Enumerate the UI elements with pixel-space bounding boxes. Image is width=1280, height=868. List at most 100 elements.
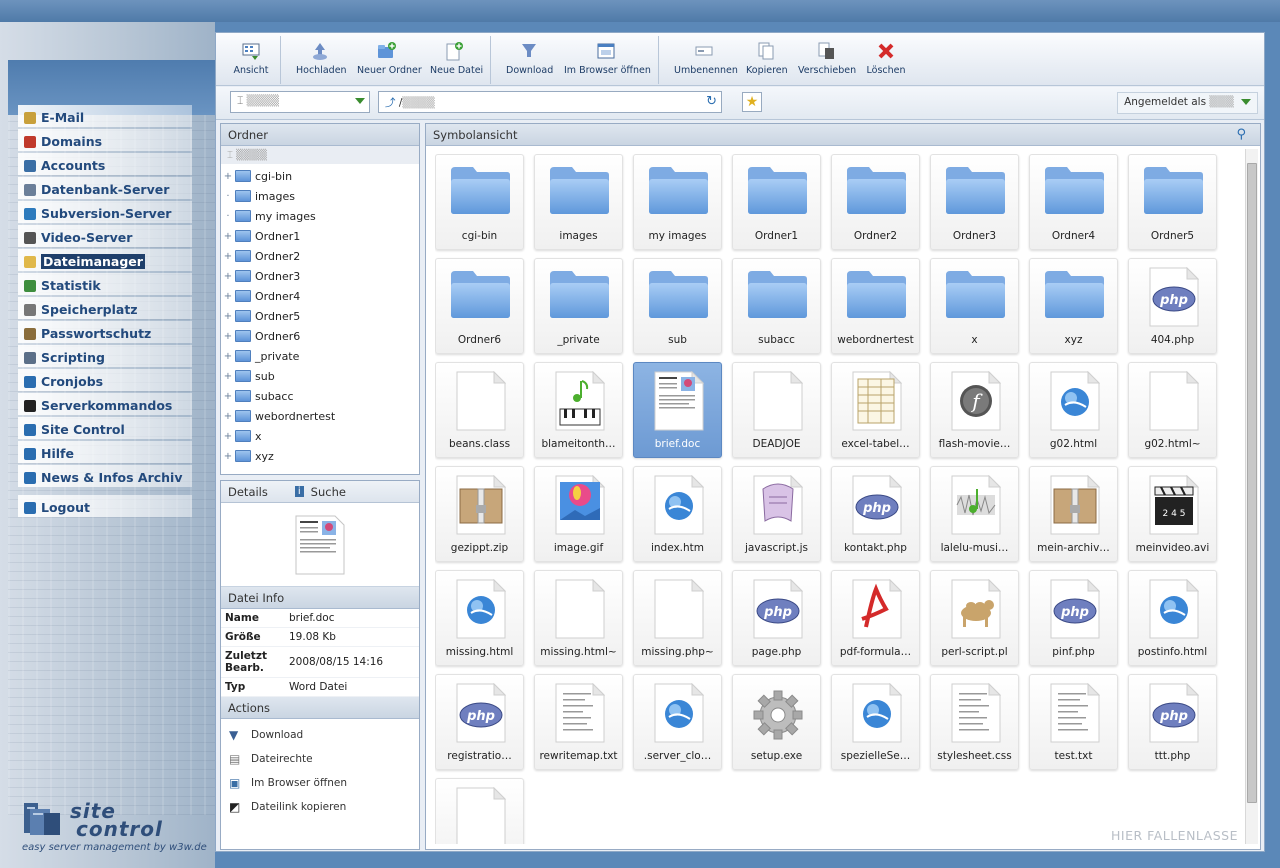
copy-button[interactable]: Kopieren	[746, 41, 788, 83]
file-tile[interactable]: gezippt.zip	[435, 466, 524, 562]
folder-tile[interactable]: sub	[633, 258, 722, 354]
tree-item-ordner6[interactable]: + Ordner6	[221, 326, 419, 346]
file-tile[interactable]: blameitonth…	[534, 362, 623, 458]
tree-item-images[interactable]: · images	[221, 186, 419, 206]
menu-item-video-server[interactable]: Video-Server	[18, 225, 192, 247]
menu-item-logout[interactable]: Logout	[18, 495, 192, 517]
file-tile[interactable]: mein-archiv…	[1029, 466, 1118, 562]
folder-tile[interactable]: images	[534, 154, 623, 250]
menu-item-speicherplatz[interactable]: Speicherplatz	[18, 297, 192, 319]
refresh-icon[interactable]: ↻	[706, 94, 717, 109]
menu-item-accounts[interactable]: Accounts	[18, 153, 192, 175]
tree-item-subacc[interactable]: + subacc	[221, 386, 419, 406]
tree-item-sub[interactable]: + sub	[221, 366, 419, 386]
tree-item-ordner2[interactable]: + Ordner2	[221, 246, 419, 266]
vertical-scrollbar[interactable]	[1245, 149, 1258, 844]
expand-icon[interactable]: +	[221, 171, 235, 182]
expand-icon[interactable]: +	[221, 311, 235, 322]
file-tile[interactable]: beans.class	[435, 362, 524, 458]
action-dateilink-kopieren[interactable]: ◩ Dateilink kopieren	[221, 795, 419, 819]
download-button[interactable]: Download	[506, 41, 553, 83]
rename-button[interactable]: Umbenennen	[674, 41, 738, 83]
file-tile[interactable]: brief.doc	[633, 362, 722, 458]
folder-tile[interactable]: Ordner3	[930, 154, 1019, 250]
tree-item-ordner5[interactable]: + Ordner5	[221, 306, 419, 326]
menu-item-dateimanager[interactable]: Dateimanager	[18, 249, 192, 271]
file-tile[interactable]	[435, 778, 524, 844]
file-tile[interactable]: missing.html~	[534, 570, 623, 666]
folder-tile[interactable]: x	[930, 258, 1019, 354]
file-tile[interactable]: php registratio…	[435, 674, 524, 770]
folder-tile[interactable]: webordnertest	[831, 258, 920, 354]
expand-icon[interactable]: +	[221, 331, 235, 342]
zoom-icon[interactable]: ⚲	[1236, 127, 1246, 142]
tree-item-webordnertest[interactable]: + webordnertest	[221, 406, 419, 426]
menu-item-cronjobs[interactable]: Cronjobs	[18, 369, 192, 391]
menu-item-statistik[interactable]: Statistik	[18, 273, 192, 295]
file-tile[interactable]: pdf-formula…	[831, 570, 920, 666]
action-im-browser-ffnen[interactable]: ▣ Im Browser öffnen	[221, 771, 419, 795]
menu-item-subversion-server[interactable]: Subversion-Server	[18, 201, 192, 223]
folder-tile[interactable]: Ordner1	[732, 154, 821, 250]
expand-icon[interactable]: +	[221, 271, 235, 282]
folder-tile[interactable]: Ordner2	[831, 154, 920, 250]
file-tile[interactable]: .server_clo…	[633, 674, 722, 770]
action-download[interactable]: ▼ Download	[221, 723, 419, 747]
file-tile[interactable]: index.htm	[633, 466, 722, 562]
folder-tile[interactable]: _private	[534, 258, 623, 354]
file-tile[interactable]: php ttt.php	[1128, 674, 1217, 770]
tab-details[interactable]: Details	[221, 485, 275, 499]
menu-item-passwortschutz[interactable]: Passwortschutz	[18, 321, 192, 343]
expand-icon[interactable]: +	[221, 291, 235, 302]
file-tile[interactable]: missing.php~	[633, 570, 722, 666]
menu-item-datenbank-server[interactable]: Datenbank-Server	[18, 177, 192, 199]
scrollbar-thumb[interactable]	[1247, 163, 1257, 803]
file-tile[interactable]: setup.exe	[732, 674, 821, 770]
file-tile[interactable]: 2 4 5 meinvideo.avi	[1128, 466, 1217, 562]
expand-icon[interactable]: +	[221, 231, 235, 242]
file-tile[interactable]: DEADJOE	[732, 362, 821, 458]
folder-tile[interactable]: Ordner5	[1128, 154, 1217, 250]
tree-item-cgi-bin[interactable]: + cgi-bin	[221, 166, 419, 186]
expand-icon[interactable]: +	[221, 411, 235, 422]
menu-item-news-infos-archiv[interactable]: News & Infos Archiv	[18, 465, 192, 487]
file-tile[interactable]: lalelu-musi…	[930, 466, 1019, 562]
tree-item-ordner3[interactable]: + Ordner3	[221, 266, 419, 286]
expand-icon[interactable]: +	[221, 451, 235, 462]
file-tile[interactable]: test.txt	[1029, 674, 1118, 770]
file-tile[interactable]: g02.html	[1029, 362, 1118, 458]
file-tile[interactable]: postinfo.html	[1128, 570, 1217, 666]
tree-item-my-images[interactable]: · my images	[221, 206, 419, 226]
folder-tile[interactable]: Ordner6	[435, 258, 524, 354]
menu-item-site-control[interactable]: Site Control	[18, 417, 192, 439]
expand-icon[interactable]: +	[221, 371, 235, 382]
tree-item-private[interactable]: + _private	[221, 346, 419, 366]
file-tile[interactable]: javascript.js	[732, 466, 821, 562]
menu-item-e-mail[interactable]: E-Mail	[18, 105, 192, 127]
tree-item-ordner1[interactable]: + Ordner1	[221, 226, 419, 246]
menu-item-serverkommandos[interactable]: Serverkommandos	[18, 393, 192, 415]
new-file-button[interactable]: Neue Datei	[430, 41, 483, 83]
logged-in-user[interactable]: Angemeldet als ▒▒▒	[1117, 92, 1258, 114]
folder-tile[interactable]: cgi-bin	[435, 154, 524, 250]
file-tile[interactable]: php kontakt.php	[831, 466, 920, 562]
file-tile[interactable]: php page.php	[732, 570, 821, 666]
menu-item-hilfe[interactable]: Hilfe	[18, 441, 192, 463]
folder-tile[interactable]: my images	[633, 154, 722, 250]
file-tile[interactable]: g02.html~	[1128, 362, 1217, 458]
path-input[interactable]: ⤴ /▒▒▒▒ ↻	[378, 91, 722, 113]
expand-icon[interactable]: +	[221, 251, 235, 262]
new-folder-button[interactable]: Neuer Ordner	[357, 41, 422, 83]
file-tile[interactable]: f flash-movie…	[930, 362, 1019, 458]
expand-icon[interactable]: +	[221, 351, 235, 362]
expand-icon[interactable]: +	[221, 431, 235, 442]
folder-tile[interactable]: xyz	[1029, 258, 1118, 354]
file-tile[interactable]: php pinf.php	[1029, 570, 1118, 666]
open-in-browser-button[interactable]: Im Browser öffnen	[564, 41, 651, 83]
tree-item-ordner4[interactable]: + Ordner4	[221, 286, 419, 306]
menu-item-domains[interactable]: Domains	[18, 129, 192, 151]
tab-search[interactable]: Suche	[304, 485, 353, 499]
file-tile[interactable]: perl-script.pl	[930, 570, 1019, 666]
tree-item-xyz[interactable]: + xyz	[221, 446, 419, 466]
upload-button[interactable]: Hochladen	[296, 41, 347, 83]
